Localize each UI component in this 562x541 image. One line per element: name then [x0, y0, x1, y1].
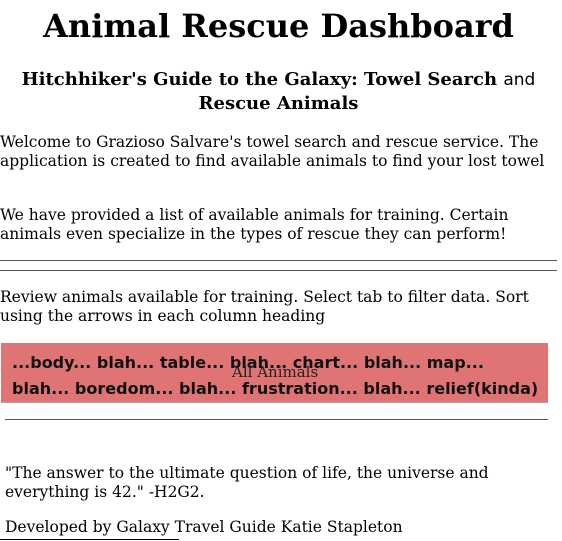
- dashboard-banner: ...body... blah... table... blah... char…: [1, 343, 548, 402]
- subtitle-and: and: [503, 70, 536, 90]
- tab-underline: [1, 402, 548, 403]
- divider-top-second: [0, 270, 557, 271]
- subtitle-main: Hitchhiker's Guide to the Galaxy: Towel …: [21, 69, 498, 90]
- footer-underline: [0, 539, 179, 540]
- h2g2-quote: "The answer to the ultimate question of …: [5, 464, 489, 501]
- page-title: Animal Rescue Dashboard: [43, 7, 514, 45]
- page-subtitle: Hitchhiker's Guide to the Galaxy: Towel …: [0, 68, 557, 115]
- intro-paragraph-list: We have provided a list of available ani…: [0, 206, 509, 243]
- divider-bottom: [5, 419, 548, 420]
- instructions-text: Review animals available for training. S…: [0, 288, 529, 325]
- subtitle-rescue-animals: Rescue Animals: [198, 93, 359, 114]
- divider-top: [0, 260, 557, 261]
- footer-credit: Developed by Galaxy Travel Guide Katie S…: [5, 518, 403, 536]
- intro-paragraph-welcome: Welcome to Grazioso Salvare's towel sear…: [0, 133, 545, 170]
- banner-text-line2: blah... boredom... blah... frustration..…: [12, 379, 539, 398]
